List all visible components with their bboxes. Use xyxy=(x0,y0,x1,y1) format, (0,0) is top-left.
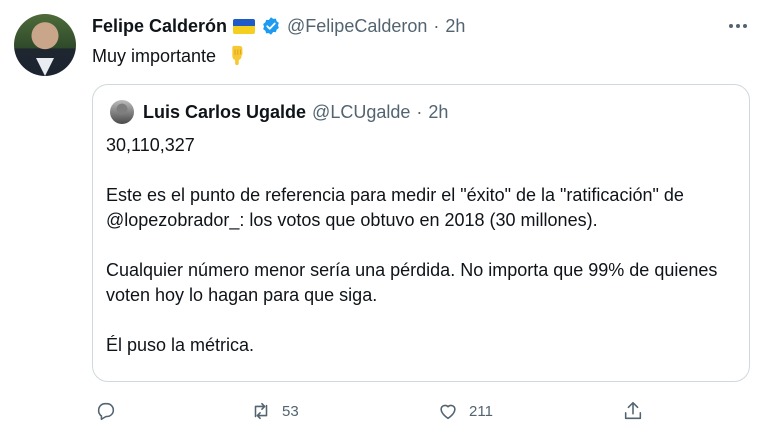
like-button[interactable]: 211 xyxy=(437,398,493,424)
quoted-tweet-text: 30,110,327 Este es el punto de referenci… xyxy=(106,133,736,383)
quoted-paragraph: Él puso la métrica. xyxy=(106,335,255,355)
separator-dot: · xyxy=(433,15,440,36)
quoted-paragraph: 30,110,327 xyxy=(106,135,195,155)
author-name[interactable]: Felipe Calderón xyxy=(92,16,227,37)
retweet-icon xyxy=(254,402,268,420)
separator-dot: · xyxy=(416,101,423,122)
quoted-tweet-header: Luis Carlos Ugalde @LCUgalde · 2h xyxy=(143,99,448,125)
author-handle[interactable]: @FelipeCalderon xyxy=(287,16,427,37)
action-bar: 53 211 xyxy=(0,398,768,424)
quoted-timestamp: 2h xyxy=(428,101,449,122)
tweet-text: Muy importante xyxy=(92,44,247,67)
ukraine-flag-icon xyxy=(233,18,256,34)
quoted-paragraph: Cualquier número menor sería una pérdida… xyxy=(106,260,718,305)
tweet-text-content: Muy importante xyxy=(92,46,217,66)
quoted-avatar[interactable] xyxy=(110,100,134,124)
quoted-author-handle: @LCUgalde xyxy=(312,101,411,122)
verified-badge-icon xyxy=(263,17,279,35)
share-icon xyxy=(624,401,642,420)
reply-icon xyxy=(97,402,115,421)
like-count: 211 xyxy=(469,402,493,420)
reply-button[interactable] xyxy=(95,398,117,424)
quoted-author-name: Luis Carlos Ugalde xyxy=(143,101,307,122)
avatar[interactable] xyxy=(14,14,76,76)
tweet-header: Felipe Calderón @FelipeCalderon · 2h xyxy=(92,14,465,38)
quoted-paragraph: Este es el punto de referencia para medi… xyxy=(106,185,684,230)
timestamp[interactable]: 2h xyxy=(445,16,465,37)
more-icon[interactable] xyxy=(726,16,750,36)
retweet-button[interactable]: 53 xyxy=(250,398,299,424)
quoted-tweet[interactable]: Luis Carlos Ugalde @LCUgalde · 2h 30,110… xyxy=(92,84,750,382)
heart-icon xyxy=(440,404,456,420)
retweet-count: 53 xyxy=(282,402,299,420)
share-button[interactable] xyxy=(622,398,644,424)
backhand-index-pointing-down-icon xyxy=(232,45,243,66)
